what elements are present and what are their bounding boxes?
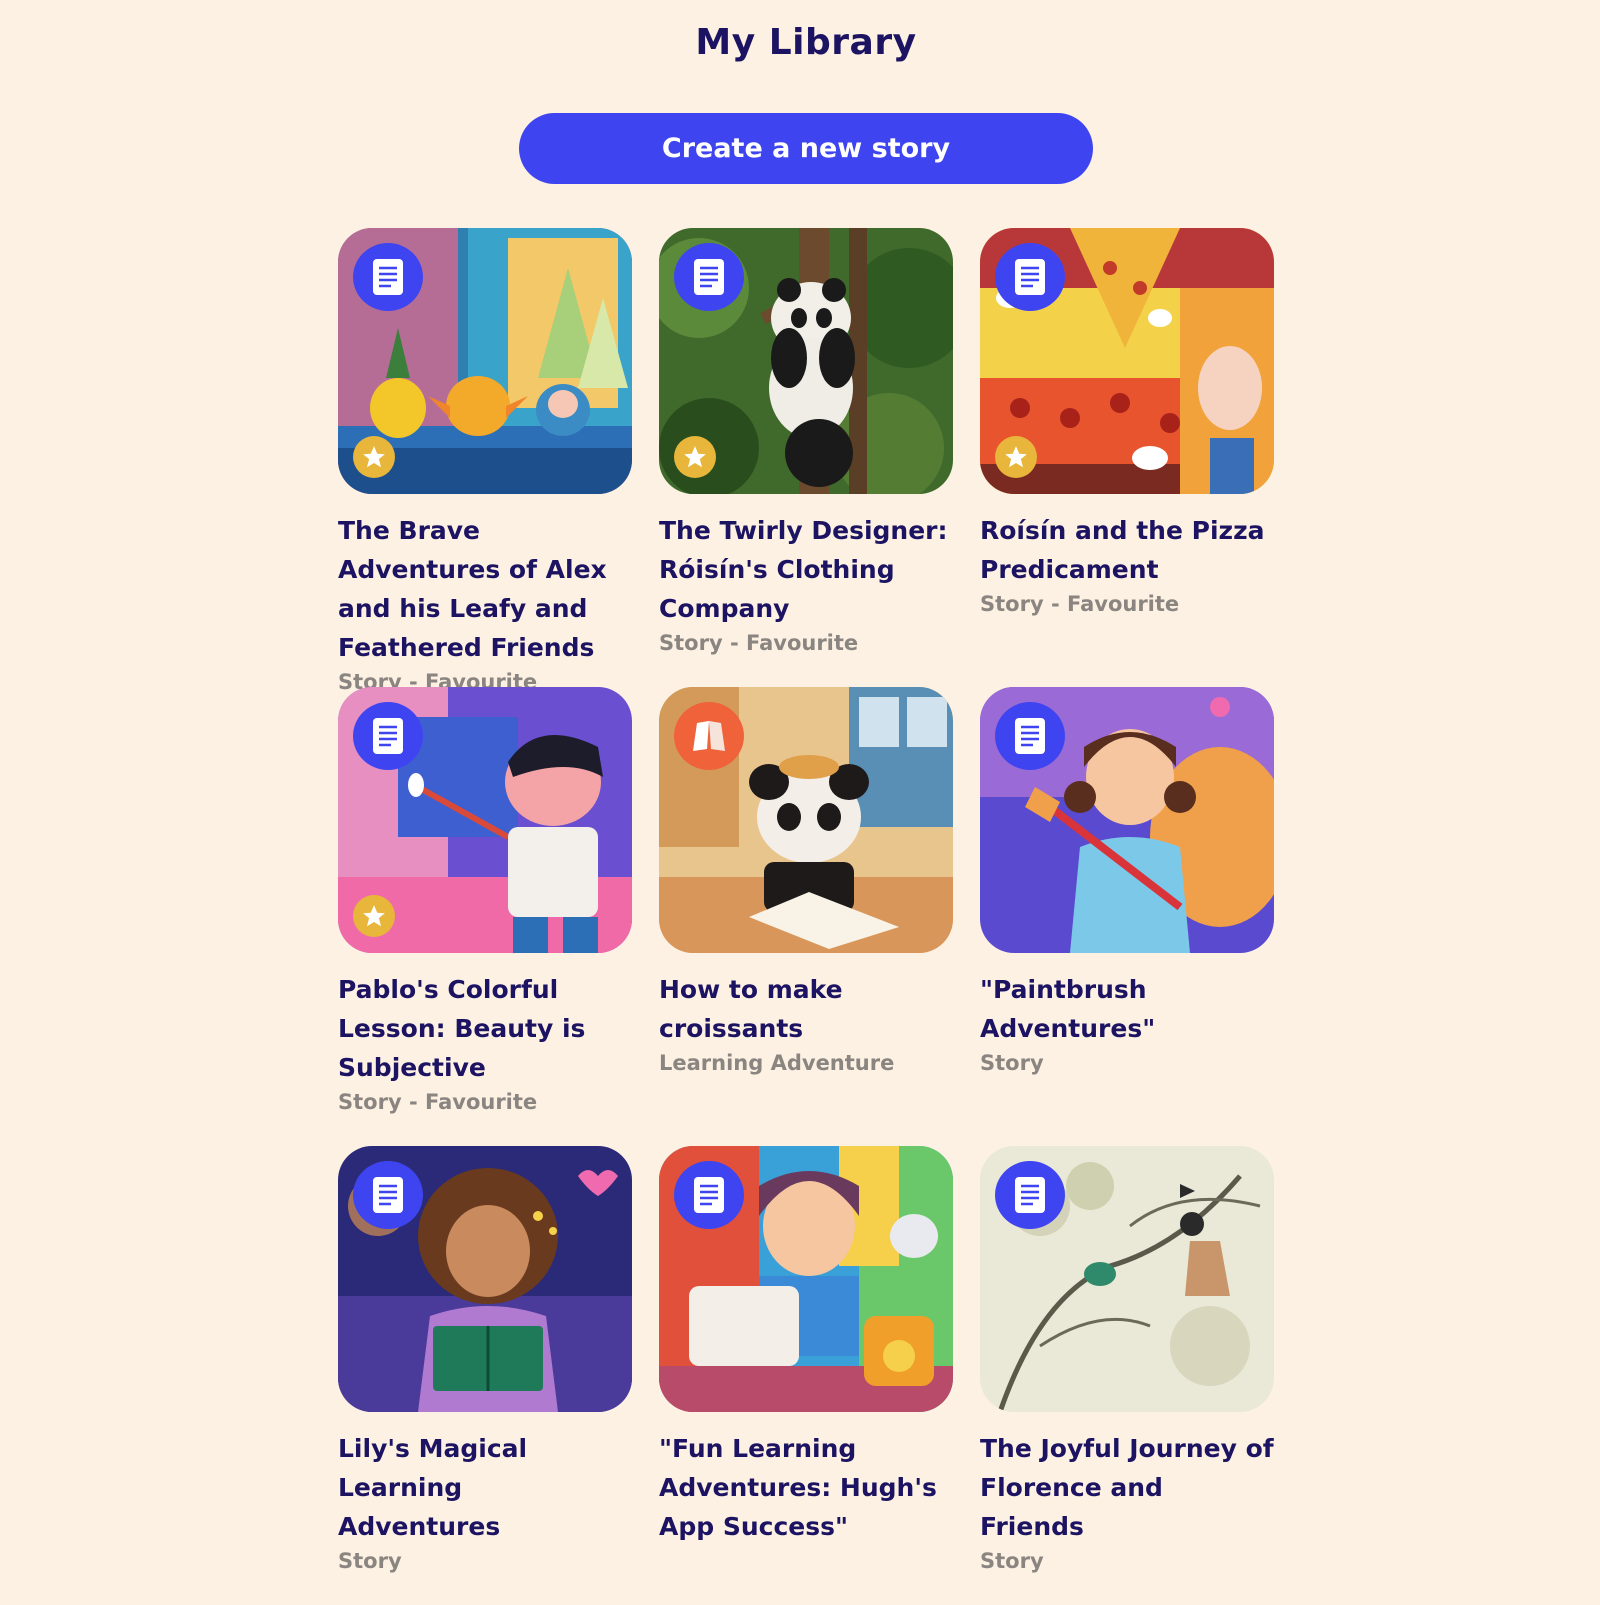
library-grid: The Brave Adventures of Alex and his Lea…: [338, 228, 1274, 1605]
story-meta: Story: [980, 1051, 1044, 1075]
favourite-star-icon: [995, 436, 1037, 478]
story-meta: Story - Favourite: [980, 592, 1180, 616]
story-thumbnail[interactable]: [659, 228, 953, 494]
story-title: Roísín and the Pizza Predicament: [980, 516, 1265, 584]
document-icon: [995, 702, 1065, 770]
story-card[interactable]: The Brave Adventures of Alex and his Lea…: [338, 228, 632, 694]
story-title: The Joyful Journey of Florence and Frien…: [980, 1434, 1274, 1541]
story-thumbnail[interactable]: [980, 228, 1274, 494]
document-icon: [353, 1161, 423, 1229]
story-card[interactable]: The Twirly Designer: Róisín's Clothing C…: [659, 228, 953, 687]
story-title: The Twirly Designer: Róisín's Clothing C…: [659, 516, 948, 623]
document-icon: [353, 243, 423, 311]
story-card[interactable]: Lily's Magical Learning Adventures Story: [338, 1146, 632, 1605]
story-card[interactable]: How to make croissants Learning Adventur…: [659, 687, 953, 1146]
create-story-button[interactable]: Create a new story: [519, 113, 1093, 184]
story-card[interactable]: "Fun Learning Adventures: Hugh's App Suc…: [659, 1146, 953, 1605]
document-icon: [674, 1161, 744, 1229]
document-icon: [995, 243, 1065, 311]
story-card[interactable]: Roísín and the Pizza Predicament Story -…: [980, 228, 1274, 687]
story-thumbnail[interactable]: [659, 1146, 953, 1412]
story-card[interactable]: "Paintbrush Adventures" Story: [980, 687, 1274, 1146]
story-title: Pablo's Colorful Lesson: Beauty is Subje…: [338, 975, 586, 1082]
favourite-star-icon: [353, 895, 395, 937]
story-title: The Brave Adventures of Alex and his Lea…: [338, 516, 607, 662]
story-meta: Story - Favourite: [659, 631, 859, 655]
page-title: My Library: [695, 22, 917, 63]
story-meta: Learning Adventure: [659, 1051, 895, 1075]
book-icon: [674, 702, 744, 770]
story-title: "Paintbrush Adventures": [980, 975, 1156, 1043]
story-card[interactable]: Pablo's Colorful Lesson: Beauty is Subje…: [338, 687, 632, 1146]
story-card[interactable]: The Joyful Journey of Florence and Frien…: [980, 1146, 1274, 1605]
story-meta: Story - Favourite: [338, 1090, 538, 1114]
document-icon: [995, 1161, 1065, 1229]
story-thumbnail[interactable]: [659, 687, 953, 953]
story-thumbnail[interactable]: [338, 1146, 632, 1412]
story-title: How to make croissants: [659, 975, 843, 1043]
document-icon: [353, 702, 423, 770]
story-meta: Story: [338, 1549, 402, 1573]
story-title: "Fun Learning Adventures: Hugh's App Suc…: [659, 1434, 937, 1541]
story-thumbnail[interactable]: [338, 228, 632, 494]
favourite-star-icon: [353, 436, 395, 478]
story-title: Lily's Magical Learning Adventures: [338, 1434, 528, 1541]
story-thumbnail[interactable]: [338, 687, 632, 953]
story-thumbnail[interactable]: [980, 1146, 1274, 1412]
favourite-star-icon: [674, 436, 716, 478]
document-icon: [674, 243, 744, 311]
story-meta: Story: [980, 1549, 1044, 1573]
story-thumbnail[interactable]: [980, 687, 1274, 953]
